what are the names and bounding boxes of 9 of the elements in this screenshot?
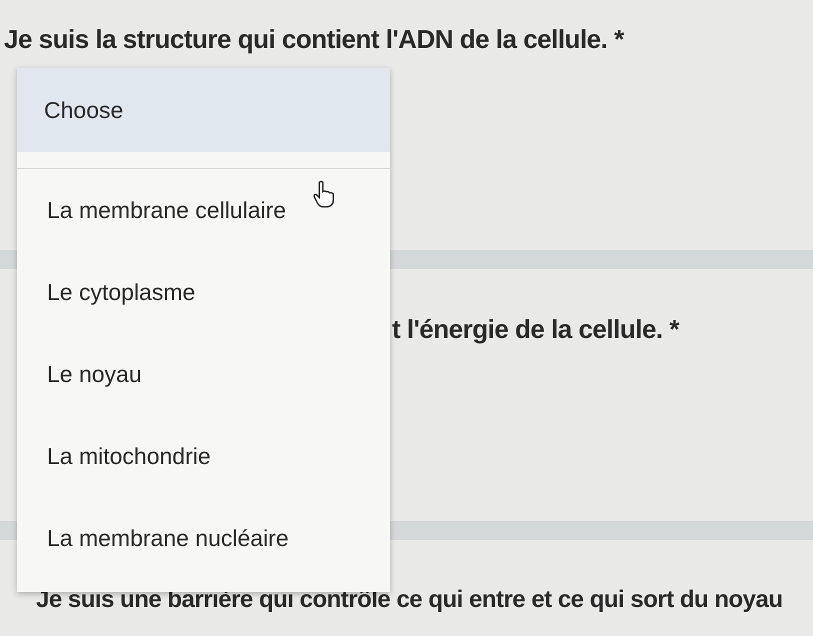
dropdown-option[interactable]: Choose xyxy=(17,68,390,152)
dropdown-option[interactable]: La membrane nucléaire xyxy=(17,497,390,579)
dropdown-option[interactable]: Le noyau xyxy=(17,333,390,415)
dropdown-option[interactable]: La mitochondrie xyxy=(17,415,390,497)
dropdown-option[interactable]: Le cytoplasme xyxy=(17,251,390,333)
hand-cursor-icon xyxy=(312,180,336,208)
dropdown-option[interactable]: La membrane cellulaire xyxy=(17,169,390,251)
question-title: Je suis la structure qui contient l'ADN de la cellule. * xyxy=(4,24,626,55)
question-title: t l'énergie de la cellule. * xyxy=(392,314,680,345)
